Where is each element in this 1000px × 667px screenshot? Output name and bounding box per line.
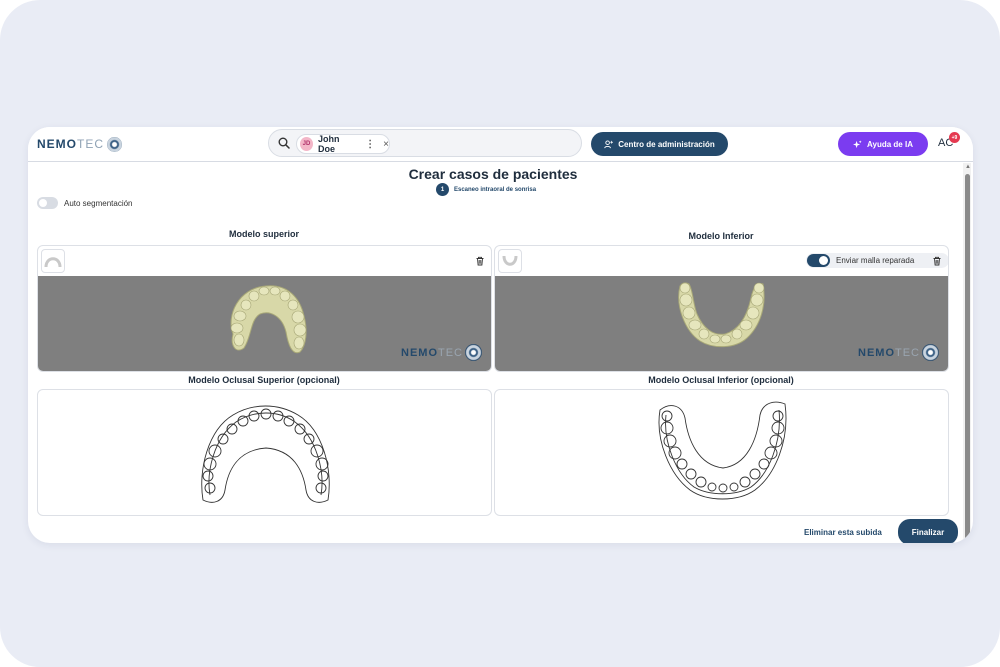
watermark-logo-icon (465, 344, 482, 361)
lower-model-3d-viewer[interactable]: NEMO TEC (495, 276, 948, 371)
page-title: Crear casos de pacientes (408, 166, 578, 182)
auto-segmentation-toggle[interactable] (37, 197, 58, 209)
upper-model-toolbar (38, 246, 491, 276)
lower-model-title: Modelo Inferior (688, 231, 754, 241)
upper-arch-icon (44, 257, 62, 268)
lower-model-toolbar: Enviar malla reparada (495, 246, 948, 276)
lower-arch-view-button[interactable] (498, 249, 522, 273)
top-bar: NEMO TEC JD John Doe ⋮ × Centro de admini… (28, 127, 973, 162)
send-repaired-mesh-label: Enviar malla reparada (836, 256, 915, 265)
patient-avatar: JD (300, 137, 314, 151)
watermark-text-sub: TEC (438, 346, 463, 359)
scrollbar-thumb[interactable] (965, 174, 970, 543)
admin-center-label: Centro de administración (618, 139, 715, 149)
auto-segmentation-control[interactable]: Auto segmentación (37, 197, 133, 209)
occlusal-upper-title: Modelo Oclusal Superior (opcional) (188, 375, 340, 385)
lower-arch-outline-illustration (658, 401, 787, 500)
logo-text-main: NEMO (37, 137, 77, 151)
occlusal-upper-dropzone[interactable] (37, 389, 492, 516)
nemotec-watermark: NEMO TEC (858, 344, 939, 361)
trash-icon[interactable] (475, 256, 485, 266)
watermark-text-main: NEMO (858, 346, 895, 359)
patient-name: John Doe (318, 134, 340, 154)
patient-search-bar[interactable]: JD John Doe ⋮ × (268, 129, 582, 157)
notification-badge[interactable]: +9 (949, 132, 960, 143)
search-icon[interactable] (278, 137, 290, 149)
step-label: Escaneo intraoral de sonrisa (454, 186, 537, 193)
occlusal-lower-title: Modelo Oclusal Inferior (opcional) (648, 375, 794, 385)
send-repaired-mesh-control[interactable]: Enviar malla reparada (806, 253, 948, 268)
ai-help-button[interactable]: Ayuda de IA (838, 132, 928, 156)
app-window: NEMO TEC JD John Doe ⋮ × Centro de admini… (28, 127, 973, 543)
nemotec-watermark: NEMO TEC (401, 344, 482, 361)
user-gear-icon (604, 139, 614, 148)
auto-segmentation-label: Auto segmentación (64, 198, 133, 208)
nemotec-logo[interactable]: NEMO TEC (37, 136, 122, 152)
ai-help-label: Ayuda de IA (867, 139, 913, 149)
watermark-text-sub: TEC (895, 346, 920, 359)
occlusal-lower-dropzone[interactable] (494, 389, 949, 516)
admin-center-button[interactable]: Centro de administración (591, 132, 728, 156)
lower-arch-icon (502, 255, 518, 266)
upper-model-3d-viewer[interactable]: NEMO TEC (38, 276, 491, 371)
delete-upload-link[interactable]: Eliminar esta subida (804, 528, 882, 537)
send-repaired-mesh-toggle[interactable] (807, 254, 830, 267)
upper-model-panel: NEMO TEC (37, 245, 492, 372)
lower-model-panel: Enviar malla reparada NEMO TEC (494, 245, 949, 372)
trash-icon[interactable] (932, 256, 942, 266)
logo-mark-icon (107, 136, 122, 152)
upper-arch-outline-illustration (201, 405, 330, 503)
selected-patient-chip[interactable]: JD John Doe ⋮ × (296, 134, 390, 154)
close-icon[interactable]: × (383, 139, 389, 150)
watermark-logo-icon (922, 344, 939, 361)
sparkle-icon (853, 139, 862, 148)
finish-button[interactable]: Finalizar (898, 519, 958, 543)
logo-text-sub: TEC (77, 137, 104, 151)
step-indicator: 1 Escaneo intraoral de sonrisa (436, 183, 536, 196)
upper-model-title: Modelo superior (228, 229, 299, 239)
scroll-up-arrow-icon[interactable]: ▲ (965, 164, 971, 170)
more-options-icon[interactable]: ⋮ (365, 139, 375, 150)
upper-arch-view-button[interactable] (41, 249, 65, 273)
step-number: 1 (436, 183, 449, 196)
watermark-text-main: NEMO (401, 346, 438, 359)
